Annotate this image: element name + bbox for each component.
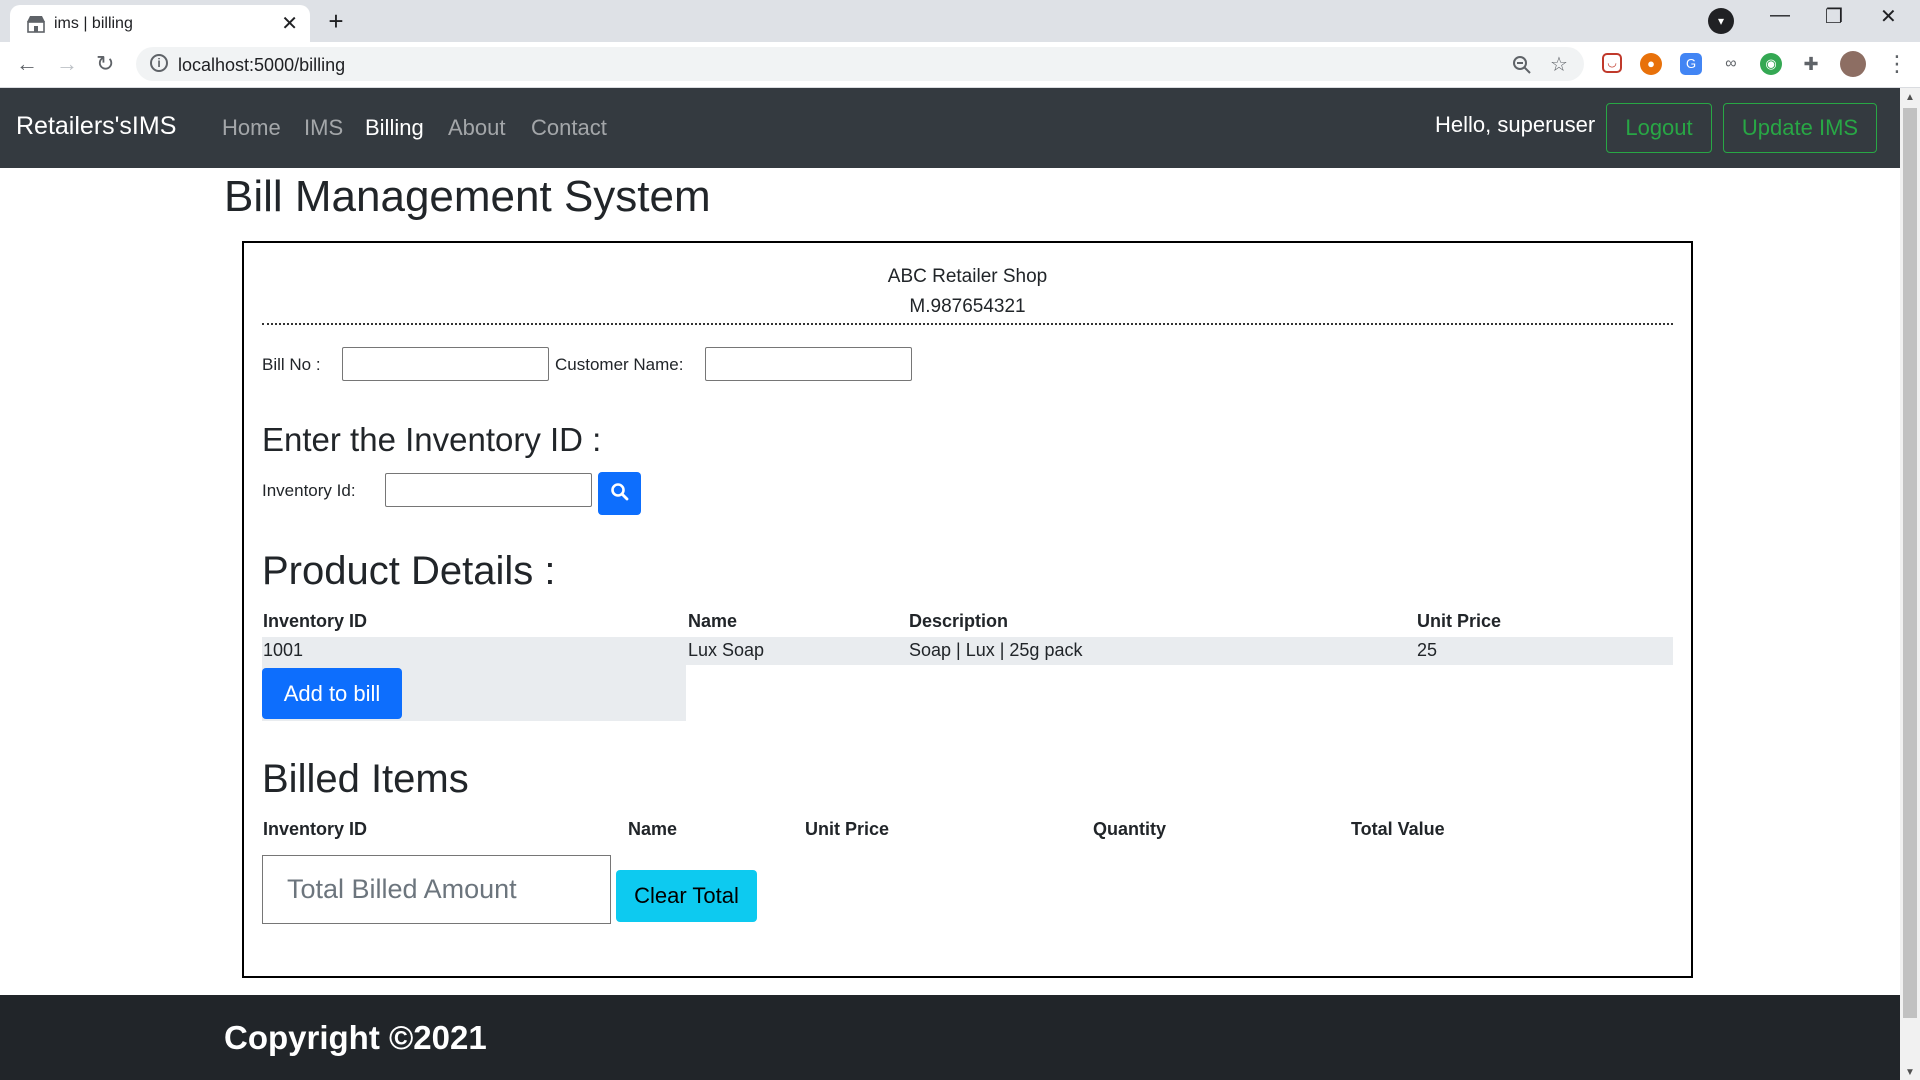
- update-ims-button[interactable]: Update IMS: [1723, 103, 1877, 153]
- url-text[interactable]: localhost:5000/billing: [178, 55, 345, 76]
- globe-extension-icon[interactable]: ◉: [1760, 53, 1782, 75]
- nav-link-home[interactable]: Home: [222, 115, 281, 141]
- copyright-text: Copyright ©2021: [224, 1019, 487, 1056]
- pocket-extension-icon[interactable]: ◡: [1602, 53, 1622, 73]
- search-icon: [610, 483, 628, 501]
- billed-col-name: Name: [628, 819, 678, 839]
- browser-tabstrip: ims | billing ✕ + ▾ — ❐ ✕: [0, 0, 1920, 42]
- nav-link-billing[interactable]: Billing: [365, 115, 424, 141]
- reload-icon[interactable]: ↻: [96, 51, 114, 77]
- product-col-inventory-id: Inventory ID: [263, 611, 368, 631]
- new-tab-button[interactable]: +: [320, 6, 352, 38]
- logout-button[interactable]: Logout: [1606, 103, 1712, 153]
- total-billed-amount-input[interactable]: [262, 855, 611, 924]
- bill-no-label: Bill No :: [262, 355, 321, 374]
- close-tab-icon[interactable]: ✕: [281, 11, 298, 36]
- browser-tab[interactable]: ims | billing ✕: [10, 5, 310, 42]
- billed-items-heading: Billed Items: [262, 757, 469, 801]
- product-details-heading: Product Details :: [262, 549, 556, 593]
- page-scrollbar[interactable]: ▲ ▼: [1900, 88, 1920, 1080]
- product-col-unit-price: Unit Price: [1417, 611, 1502, 631]
- product-col-name: Name: [688, 611, 738, 631]
- billed-col-total-value: Total Value: [1351, 819, 1445, 839]
- store-icon: [27, 16, 45, 33]
- user-greeting: Hello, superuser: [1435, 112, 1596, 137]
- page-footer: Copyright ©2021: [0, 995, 1900, 1080]
- product-col-description: Description: [909, 611, 1009, 631]
- browser-menu-icon[interactable]: ⋮: [1886, 51, 1908, 77]
- add-to-bill-cell: Add to bill: [262, 665, 686, 721]
- product-cell-description: Soap | Lux | 25g pack: [909, 640, 1083, 660]
- translate-extension-icon[interactable]: G: [1680, 53, 1702, 75]
- header-divider: [262, 323, 1673, 325]
- bookmark-star-icon[interactable]: ☆: [1550, 52, 1568, 77]
- customer-name-label: Customer Name:: [555, 355, 684, 374]
- product-cell-inventory-id: 1001: [263, 640, 304, 660]
- scroll-up-arrow-icon[interactable]: ▲: [1905, 92, 1915, 103]
- extensions-puzzle-icon[interactable]: ✚: [1800, 53, 1822, 75]
- browser-toolbar: ← → ↻ i localhost:5000/billing ☆ ◡ ● G ∞…: [0, 42, 1920, 88]
- nav-link-ims[interactable]: IMS: [304, 115, 343, 141]
- bill-no-input[interactable]: [342, 347, 549, 381]
- nav-link-contact[interactable]: Contact: [531, 115, 607, 141]
- billed-col-inventory-id: Inventory ID: [263, 819, 368, 839]
- product-cell-name: Lux Soap: [688, 640, 765, 660]
- brand-logo[interactable]: Retailers'sIMS: [16, 112, 176, 141]
- billed-col-quantity: Quantity: [1093, 819, 1167, 839]
- shop-name: ABC Retailer Shop: [887, 266, 1048, 287]
- restore-icon[interactable]: ❐: [1825, 4, 1843, 29]
- bill-panel: ABC Retailer Shop M.987654321 Bill No : …: [242, 241, 1693, 978]
- page-title: Bill Management System: [224, 172, 711, 221]
- nav-link-about[interactable]: About: [448, 115, 506, 141]
- product-cell-unit-price: 25: [1417, 640, 1438, 660]
- tab-title: ims | billing: [54, 15, 133, 32]
- shop-phone: M.987654321: [909, 296, 1026, 317]
- billed-col-unit-price: Unit Price: [805, 819, 890, 839]
- add-to-bill-button[interactable]: Add to bill: [262, 668, 402, 719]
- customer-name-input[interactable]: [705, 347, 912, 381]
- link-extension-icon[interactable]: ∞: [1720, 53, 1742, 75]
- inventory-id-label: Inventory Id:: [262, 481, 356, 500]
- app-navbar: Retailers'sIMS Home IMS Billing About Co…: [0, 88, 1900, 168]
- clear-total-button[interactable]: Clear Total: [616, 870, 757, 922]
- forward-icon[interactable]: →: [56, 51, 78, 77]
- scroll-down-arrow-icon[interactable]: ▼: [1905, 1067, 1915, 1078]
- media-control-icon[interactable]: ▾: [1708, 8, 1734, 34]
- minimize-icon[interactable]: —: [1770, 4, 1790, 27]
- zoom-icon[interactable]: [1512, 55, 1532, 75]
- back-icon[interactable]: ←: [16, 51, 38, 77]
- inventory-id-input[interactable]: [385, 473, 592, 507]
- address-bar[interactable]: i localhost:5000/billing ☆: [136, 47, 1584, 81]
- scrollbar-thumb[interactable]: [1903, 108, 1917, 1018]
- honey-extension-icon[interactable]: ●: [1640, 53, 1662, 75]
- inventory-heading: Enter the Inventory ID :: [262, 421, 602, 458]
- window-close-icon[interactable]: ✕: [1880, 4, 1897, 29]
- search-button[interactable]: [598, 472, 641, 515]
- site-info-icon[interactable]: i: [150, 54, 168, 72]
- profile-avatar[interactable]: [1840, 51, 1866, 77]
